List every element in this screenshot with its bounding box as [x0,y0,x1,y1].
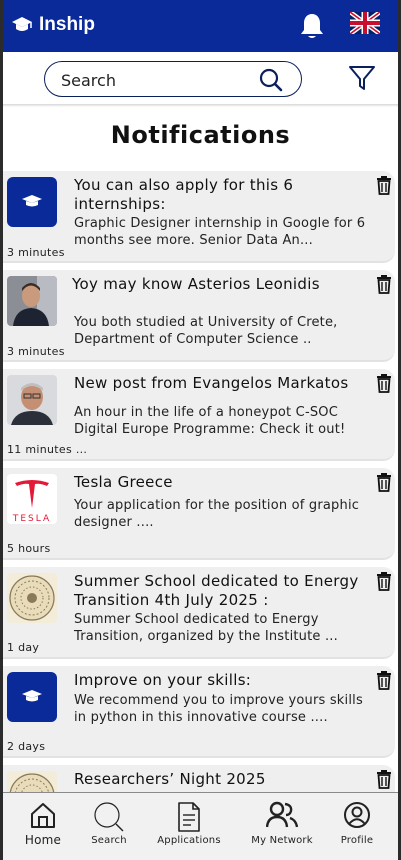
tesla-logo-text: TESLA [12,514,51,524]
notification-time: 3 minutes [7,246,65,259]
trash-icon[interactable] [375,670,393,690]
search-icon[interactable] [258,67,284,93]
notification-title: Improve on your skills: [74,671,252,689]
profile-icon [344,802,370,828]
person-avatar [7,375,57,425]
notification-body: Your application for the position of gra… [74,498,360,530]
notification-body: We recommend you to improve yours skills… [74,693,363,725]
bottom-navigation: Home Search Applications My Network Prof… [3,792,398,860]
nav-profile[interactable]: Profile [334,801,380,846]
app-name: Inship [39,14,95,35]
graduation-cap-icon [12,17,32,31]
notification-title: New post from Evangelos Markatos [74,374,349,392]
app-screen: Inship Notifications [3,0,398,860]
home-icon [31,803,55,828]
brand[interactable]: Inship [11,14,95,36]
nav-search[interactable]: Search [87,801,131,846]
person-avatar [7,276,57,326]
nav-applications[interactable]: Applications [151,801,227,846]
notification-avatar [7,672,57,722]
trash-icon[interactable] [375,769,393,789]
notification-title: Yoy may know Asterios Leonidis [72,275,320,293]
nav-home[interactable]: Home [21,801,65,847]
search-icon [94,802,124,832]
uk-flag-icon[interactable] [350,12,380,34]
notification-time: 5 hours [7,542,51,555]
seal-logo [7,573,57,623]
notification-card[interactable]: Summer School dedicated to Energy Transi… [3,567,395,659]
notification-avatar [7,177,57,227]
graduation-cap-icon [22,195,42,207]
tesla-logo: TESLA [7,474,57,524]
nav-label: Applications [157,835,221,846]
notification-title: You can also apply for this 6 internship… [74,176,294,213]
nav-label: Home [24,833,62,847]
nav-my-network[interactable]: My Network [247,801,317,846]
notification-card[interactable]: Improve on your skills: We recommend you… [3,666,395,758]
page-title: Notifications [110,121,291,149]
nav-label: Search [91,835,127,846]
notification-time: 2 days [7,740,46,753]
trash-icon[interactable] [375,175,393,195]
notification-card[interactable]: TESLA Tesla Greece Your application for … [3,468,395,560]
trash-icon[interactable] [375,571,393,591]
document-icon [178,802,200,832]
search-row [3,52,398,104]
notification-title: Summer School dedicated to Energy Transi… [74,572,359,609]
notification-title: Researchers’ Night 2025 [74,770,266,788]
bell-icon[interactable] [299,12,325,40]
top-bar: Inship [3,0,398,52]
notification-time: 11 minutes ... [7,443,88,456]
search-box [44,61,302,97]
divider [3,104,398,107]
notification-card[interactable]: Yoy may know Asterios Leonidis You both … [3,270,395,362]
search-input[interactable] [59,68,253,92]
graduation-cap-icon [22,690,42,702]
notification-card[interactable]: New post from Evangelos Markatos An hour… [3,369,395,461]
notification-time: 3 minutes [7,345,65,358]
trash-icon[interactable] [375,373,393,393]
nav-label: Profile [340,835,374,846]
notification-body: You both studied at University of Crete,… [74,315,338,347]
trash-icon[interactable] [375,472,393,492]
filter-icon[interactable] [348,64,376,92]
notification-body: Graphic Designer internship in Google fo… [74,216,366,248]
trash-icon[interactable] [375,274,393,294]
notification-time: 1 day [7,641,40,654]
people-icon [266,801,298,828]
notification-title: Tesla Greece [74,473,173,491]
notification-body: An hour in the life of a honeypot C-SOC … [74,405,346,437]
notification-card[interactable]: You can also apply for this 6 internship… [3,171,395,263]
notification-body: Summer School dedicated to Energy Transi… [74,612,338,644]
nav-label: My Network [251,835,313,846]
